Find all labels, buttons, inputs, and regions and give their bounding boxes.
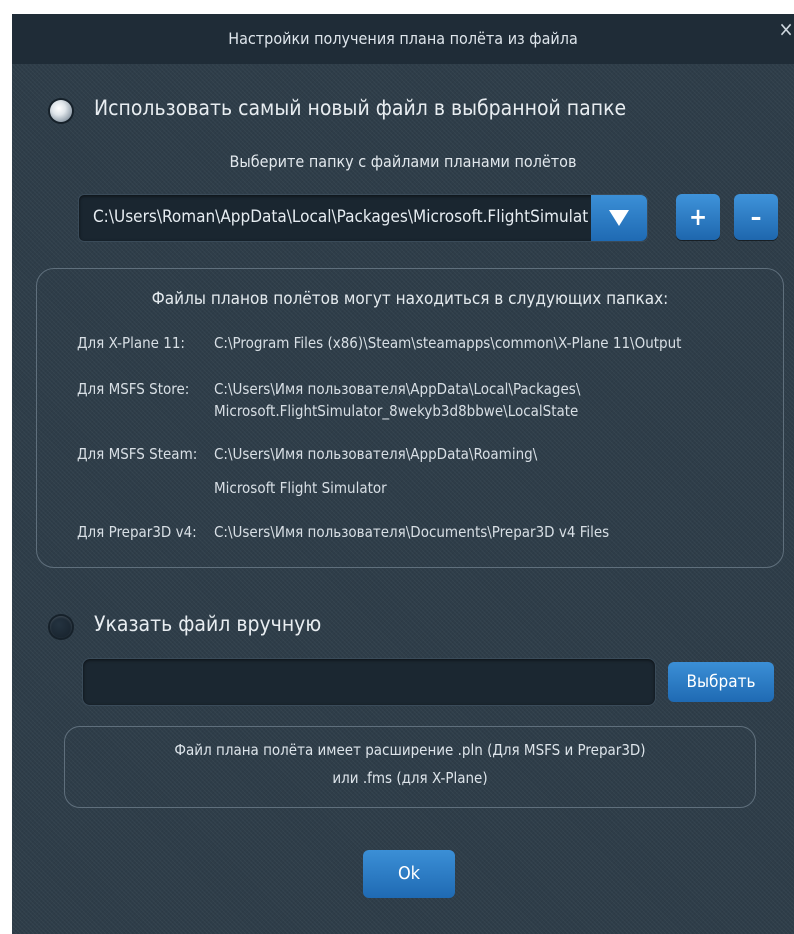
ok-button[interactable]: Ok bbox=[363, 850, 455, 898]
title-bar: Настройки получения плана полёта из файл… bbox=[12, 14, 794, 64]
hint-path-xplane: C:\Program Files (x86)\Steam\steamapps\c… bbox=[214, 334, 682, 352]
hint-label-prepar3d: Для Prepar3D v4: bbox=[77, 523, 197, 541]
radio-manual-file[interactable] bbox=[50, 616, 72, 638]
radio-manual-file-label[interactable]: Указать файл вручную bbox=[94, 612, 321, 636]
folder-select-subtitle: Выберите папку с файлами планами полётов bbox=[229, 152, 577, 171]
add-folder-button[interactable]: + bbox=[676, 194, 720, 240]
hint-path-msfs-store-line1: C:\Users\Имя пользователя\AppData\Local\… bbox=[214, 380, 581, 398]
close-icon[interactable]: × bbox=[778, 14, 794, 44]
extension-note-box: Файл плана полёта имеет расширение .pln … bbox=[64, 726, 756, 808]
radio-use-newest-file-label[interactable]: Использовать самый новый файл в выбранно… bbox=[94, 96, 626, 120]
hint-label-msfs-store: Для MSFS Store: bbox=[77, 380, 190, 398]
folder-dropdown-button[interactable] bbox=[591, 195, 647, 241]
extension-note-line2: или .fms (для X-Plane) bbox=[332, 769, 488, 787]
hint-path-msfs-store-line2: Microsoft.FlightSimulator_8wekyb3d8bbwe\… bbox=[214, 402, 579, 420]
chevron-down-icon bbox=[609, 210, 629, 226]
hint-path-msfs-steam-line1: C:\Users\Имя пользователя\AppData\Roamin… bbox=[214, 445, 538, 463]
folder-hints-title: Файлы планов полётов могут находиться в … bbox=[151, 289, 669, 309]
hint-label-msfs-steam: Для MSFS Steam: bbox=[77, 445, 198, 463]
remove-folder-button[interactable]: – bbox=[734, 194, 778, 240]
folder-path-combobox[interactable]: C:\Users\Roman\AppData\Local\Packages\Mi… bbox=[78, 194, 648, 242]
radio-use-newest-file[interactable] bbox=[50, 100, 72, 122]
manual-file-path-input[interactable] bbox=[82, 658, 656, 706]
flight-plan-settings-dialog: Настройки получения плана полёта из файл… bbox=[12, 14, 794, 934]
extension-note-line1: Файл плана полёта имеет расширение .pln … bbox=[174, 741, 646, 759]
hint-label-xplane: Для X-Plane 11: bbox=[77, 334, 185, 352]
hint-path-msfs-steam-line2: Microsoft Flight Simulator bbox=[214, 479, 387, 497]
window-title: Настройки получения плана полёта из файл… bbox=[228, 29, 578, 48]
choose-file-button[interactable]: Выбрать bbox=[668, 662, 774, 702]
folder-hints-box: Файлы планов полётов могут находиться в … bbox=[36, 268, 784, 568]
hint-path-prepar3d: C:\Users\Имя пользователя\Documents\Prep… bbox=[214, 523, 610, 541]
folder-path-value: C:\Users\Roman\AppData\Local\Packages\Mi… bbox=[93, 207, 588, 227]
